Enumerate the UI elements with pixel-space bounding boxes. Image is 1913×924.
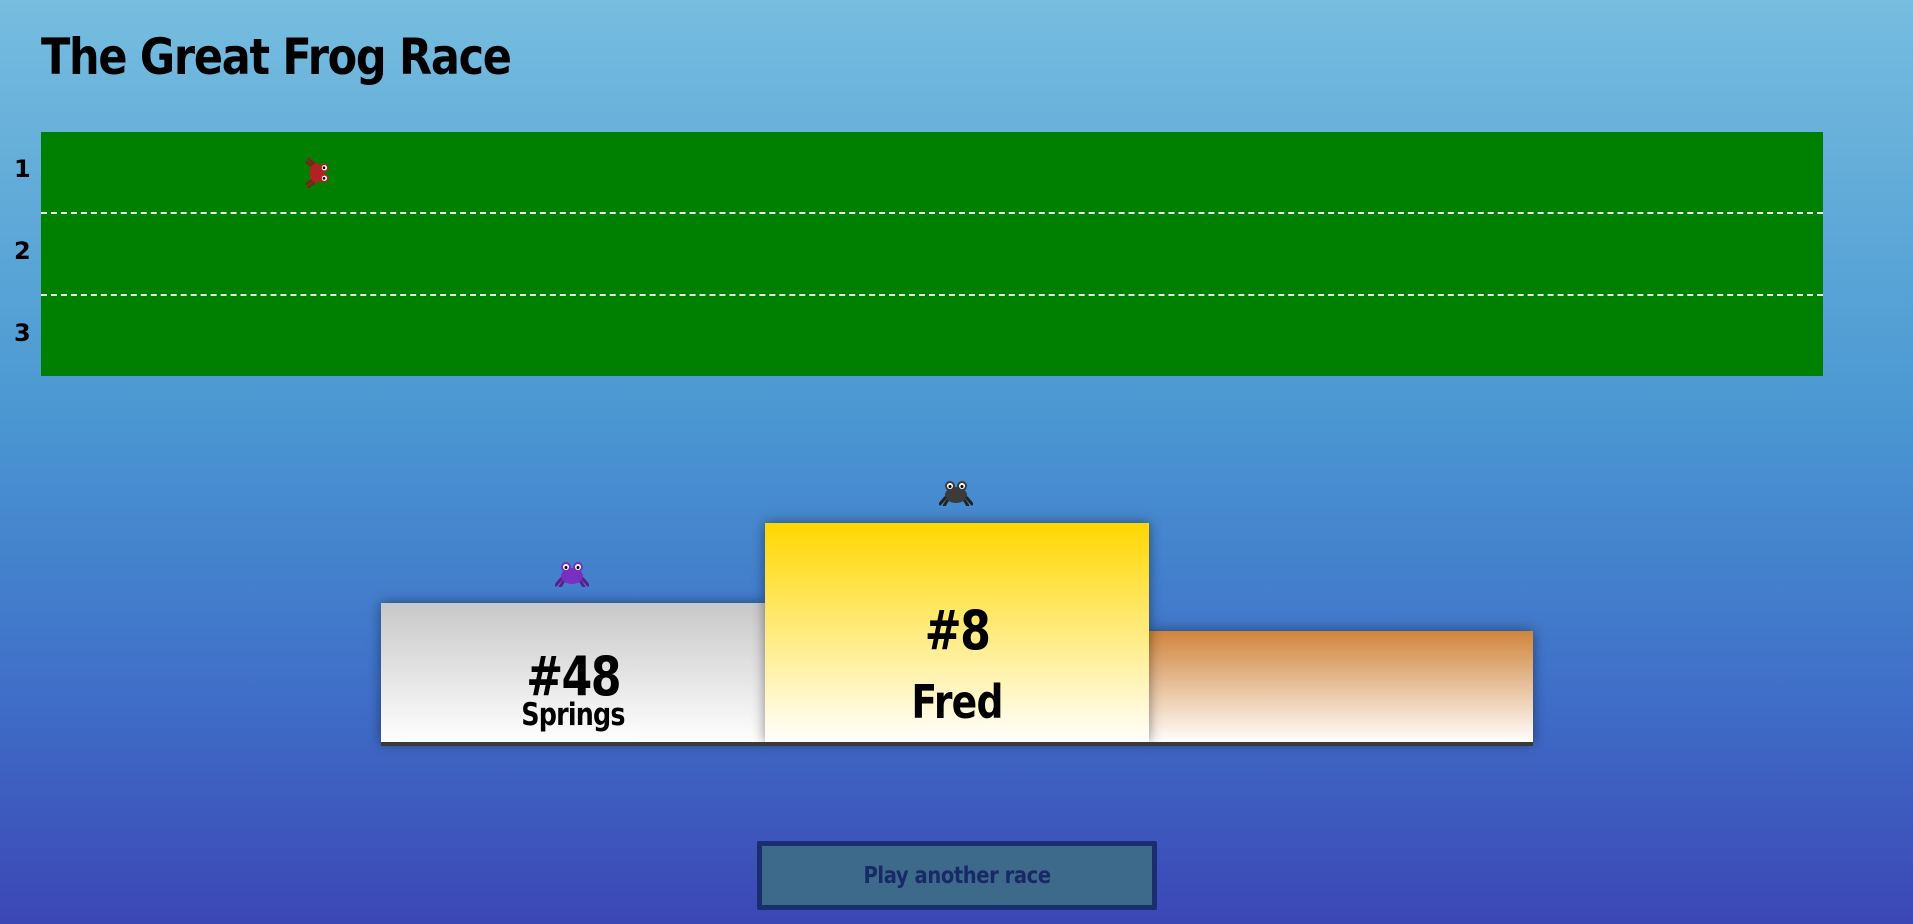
page-title: The Great Frog Race — [41, 28, 512, 86]
first-place-number: #8 — [924, 599, 991, 662]
podium-base — [381, 742, 1533, 746]
second-place-frog-icon — [555, 557, 589, 587]
race-track — [41, 132, 1823, 376]
second-place-name: Springs — [521, 697, 625, 733]
lane-number-3: 3 — [14, 319, 31, 347]
play-another-race-label: Play another race — [863, 862, 1051, 889]
lane-number-2: 2 — [14, 237, 31, 265]
racing-frog-icon — [304, 158, 336, 188]
first-place-frog-icon — [939, 476, 973, 506]
podium-second-place: #48 Springs — [381, 603, 765, 743]
lane-2 — [41, 214, 1823, 295]
play-another-race-button[interactable]: Play another race — [757, 841, 1157, 910]
first-place-name: Fred — [911, 675, 1003, 729]
podium-third-place — [1149, 631, 1533, 743]
lane-3 — [41, 296, 1823, 377]
lane-number-1: 1 — [14, 155, 31, 183]
podium-first-place: #8 Fred — [765, 523, 1149, 743]
